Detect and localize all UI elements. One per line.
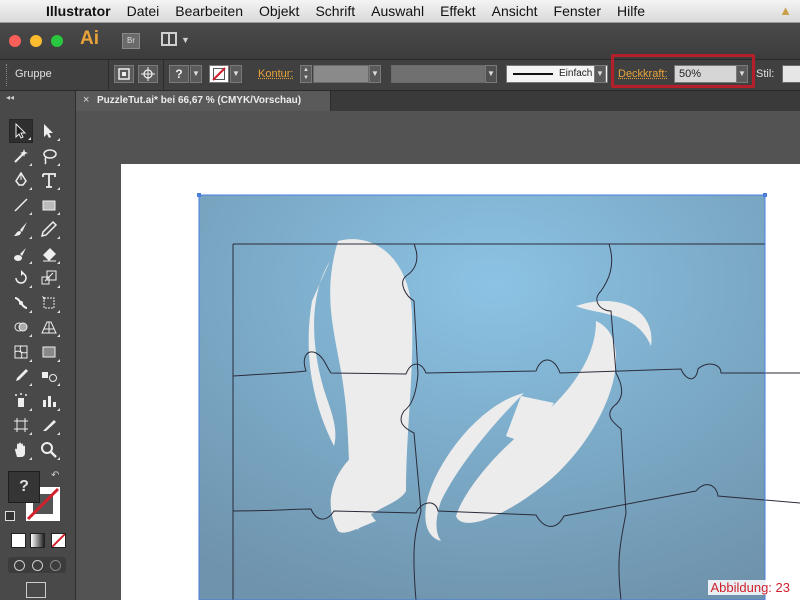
close-window-icon[interactable] (9, 35, 21, 47)
stroke-none-swatch[interactable] (209, 65, 229, 83)
swap-fill-stroke-icon[interactable]: ↶ (51, 470, 59, 481)
lasso-tool-icon[interactable] (37, 144, 61, 168)
menu-auswahl[interactable]: Auswahl (363, 3, 432, 19)
graphic-style-swatch[interactable] (782, 65, 800, 83)
scale-tool-icon[interactable] (37, 266, 61, 290)
menu-effekt[interactable]: Effekt (432, 3, 484, 19)
selection-handle[interactable] (763, 193, 767, 197)
blob-brush-tool-icon[interactable] (9, 242, 33, 266)
menu-app-illustrator[interactable]: Illustrator (38, 3, 119, 19)
collapse-panel-icon[interactable]: ◂◂ (6, 93, 14, 102)
menu-bearbeiten[interactable]: Bearbeiten (167, 3, 251, 19)
menu-fenster[interactable]: Fenster (546, 3, 609, 19)
stroke-weight-stepper-icon[interactable]: ▲ ▼ (300, 65, 312, 83)
eyedropper-tool-icon[interactable] (9, 364, 33, 388)
shape-builder-tool-icon[interactable] (9, 315, 33, 339)
perspective-grid-tool-icon[interactable] (37, 315, 61, 339)
stroke-weight-chevron-icon[interactable]: ▼ (369, 65, 381, 83)
menu-bar: Illustrator Datei Bearbeiten Objekt Schr… (0, 0, 800, 23)
gradient-mode-icon[interactable] (30, 533, 45, 548)
screen-mode-icon[interactable] (26, 582, 46, 598)
background-image (199, 195, 765, 600)
brush-definition-select[interactable]: Einfach (506, 65, 608, 83)
symbol-sprayer-tool-icon[interactable] (9, 389, 33, 413)
stroke-weight-label[interactable]: Kontur: (258, 68, 293, 80)
variable-width-profile-select[interactable] (391, 65, 485, 83)
mesh-tool-icon[interactable] (9, 340, 33, 364)
width-tool-icon[interactable] (9, 291, 33, 315)
pencil-tool-icon[interactable] (37, 217, 61, 241)
draw-inside-icon[interactable] (50, 560, 61, 571)
stroke-style-label: Einfach (559, 68, 593, 79)
profile-chevron-icon[interactable]: ▼ (485, 65, 497, 83)
menu-hilfe[interactable]: Hilfe (609, 3, 653, 19)
hand-tool-icon[interactable] (9, 438, 33, 462)
divider (108, 60, 109, 90)
stroke-line-preview (513, 73, 553, 75)
artboard-tool-icon[interactable] (9, 413, 33, 437)
line-segment-tool-icon[interactable] (9, 193, 33, 217)
style-label: Stil: (756, 68, 775, 80)
selection-type-label: Gruppe (15, 68, 52, 80)
column-graph-tool-icon[interactable] (37, 389, 61, 413)
free-transform-tool-icon[interactable] (37, 291, 61, 315)
arrange-documents-icon[interactable] (161, 32, 177, 46)
document-tab-bar: × PuzzleTut.ai* bei 66,67 % (CMYK/Vorsch… (75, 91, 800, 111)
divider (163, 60, 164, 90)
figure-label: Abbildung: 23 (708, 580, 792, 595)
selection-handle[interactable] (197, 193, 201, 197)
pen-tool-icon[interactable] (9, 168, 33, 192)
type-tool-icon[interactable] (37, 168, 61, 192)
align-reference-icon[interactable] (138, 65, 158, 83)
draw-behind-icon[interactable] (32, 560, 43, 571)
menu-ansicht[interactable]: Ansicht (484, 3, 546, 19)
fill-swatch[interactable]: ? (8, 471, 40, 503)
document-tab-title: PuzzleTut.ai* bei 66,67 % (CMYK/Vorschau… (97, 95, 302, 106)
paintbrush-tool-icon[interactable] (9, 217, 33, 241)
draw-normal-icon[interactable] (14, 560, 25, 571)
close-icon[interactable]: × (83, 94, 89, 106)
fill-color-swatch[interactable]: ? (169, 65, 189, 83)
zoom-window-icon[interactable] (51, 35, 63, 47)
gradient-tool-icon[interactable] (37, 340, 61, 364)
default-fill-stroke-icon[interactable] (5, 511, 15, 521)
stroke-dropdown-chevron-icon[interactable]: ▼ (230, 65, 242, 83)
rectangle-tool-icon[interactable] (37, 193, 61, 217)
magic-wand-tool-icon[interactable] (9, 144, 33, 168)
chevron-down-icon[interactable]: ▼ (181, 35, 190, 45)
drawing-modes-group (8, 557, 66, 573)
color-mode-icon[interactable] (11, 533, 26, 548)
document-canvas[interactable]: Abbildung: 23 (76, 111, 800, 600)
bridge-button[interactable]: Br (122, 33, 140, 49)
fill-dropdown-chevron-icon[interactable]: ▼ (190, 65, 202, 83)
stroke-weight-input[interactable] (313, 65, 369, 83)
slice-tool-icon[interactable] (37, 413, 61, 437)
panel-grip[interactable] (6, 64, 10, 86)
artwork (121, 164, 800, 600)
menu-schrift[interactable]: Schrift (307, 3, 363, 19)
rotate-tool-icon[interactable] (9, 266, 33, 290)
menu-datei[interactable]: Datei (119, 3, 168, 19)
menu-objekt[interactable]: Objekt (251, 3, 307, 19)
minimize-window-icon[interactable] (30, 35, 42, 47)
document-tab[interactable]: × PuzzleTut.ai* bei 66,67 % (CMYK/Vorsch… (75, 91, 331, 111)
none-mode-icon[interactable] (51, 533, 66, 548)
brush-chevron-icon[interactable]: ▼ (594, 65, 606, 83)
illustrator-logo: Ai (80, 28, 99, 49)
zoom-tool-icon[interactable] (37, 438, 61, 462)
direct-selection-tool-icon[interactable] (37, 119, 61, 143)
selection-tool-icon[interactable] (9, 119, 33, 143)
opacity-highlight-frame (611, 54, 755, 88)
eraser-tool-icon[interactable] (37, 242, 61, 266)
isolate-group-icon[interactable] (114, 65, 134, 83)
alert-icon[interactable]: ▲ (779, 3, 792, 18)
blend-tool-icon[interactable] (37, 364, 61, 388)
